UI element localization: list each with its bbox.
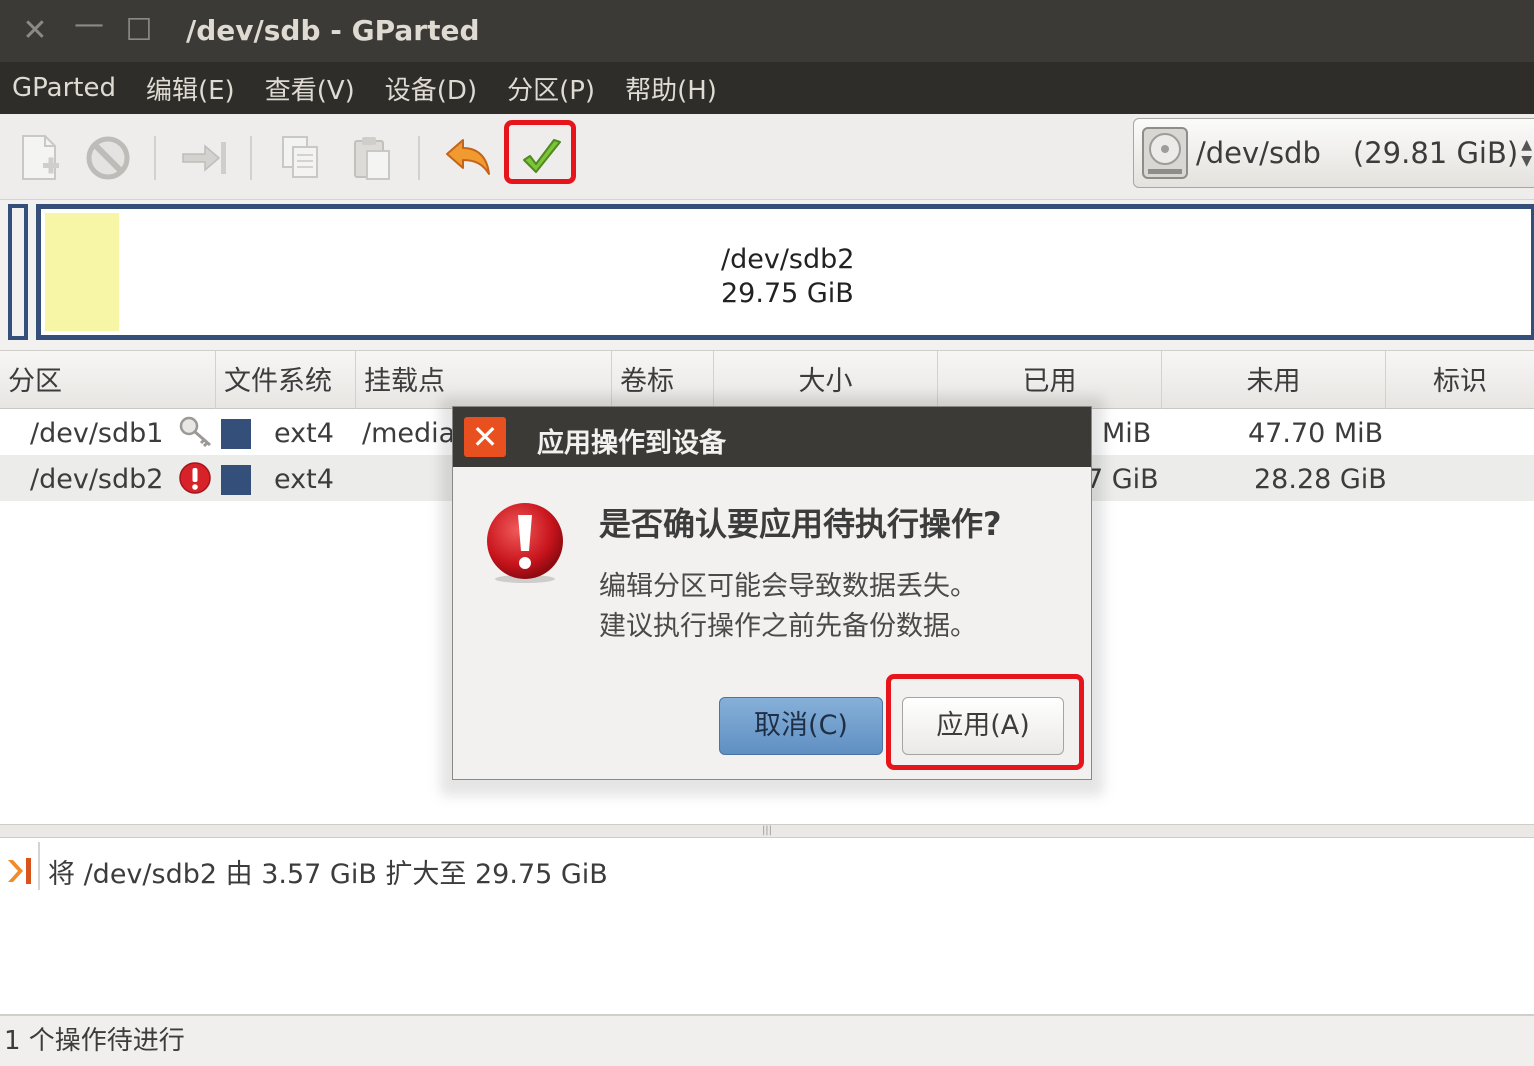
device-name: /dev/sdb (1196, 136, 1321, 170)
device-size: (29.81 GiB) (1352, 136, 1519, 170)
spin-arrows-icon: ▲ ▼ (1521, 137, 1532, 169)
status-bar: 1 个操作待进行 (0, 1014, 1534, 1066)
copy-button[interactable] (272, 130, 328, 186)
copy-icon (282, 136, 318, 178)
filesystem-type: ext4 (274, 464, 334, 495)
warning-icon (487, 503, 563, 583)
dialog-message-line: 建议执行操作之前先备份数据。 (599, 611, 977, 642)
toolbar-separator (250, 136, 252, 180)
delete-partition-button[interactable] (80, 130, 136, 186)
column-header-unused[interactable]: 未用 (1162, 351, 1386, 409)
unused-value: 47.70 MiB (1248, 418, 1384, 449)
menu-gparted[interactable]: GParted (12, 73, 116, 103)
used-value: MiB (1102, 418, 1152, 449)
menu-edit[interactable]: 编辑(E) (146, 70, 235, 107)
confirm-apply-highlight (886, 674, 1084, 770)
menu-view[interactable]: 查看(V) (265, 70, 355, 107)
menu-device[interactable]: 设备(D) (385, 70, 477, 107)
filesystem-color-swatch (221, 465, 251, 495)
minimize-window-button[interactable]: — (72, 8, 106, 42)
paste-icon (354, 137, 390, 180)
device-selector[interactable]: /dev/sdb (29.81 GiB) ▲ ▼ (1133, 118, 1534, 188)
column-header-partition[interactable]: 分区 (0, 351, 216, 409)
dialog-title: 应用操作到设备 (537, 428, 726, 459)
dialog-title-bar: ✕ 应用操作到设备 (453, 407, 1091, 467)
used-space-bar (45, 213, 119, 331)
disk-map: /dev/sdb2 29.75 GiB (0, 200, 1534, 350)
partition-block-name: /dev/sdb2 (721, 244, 855, 275)
dialog-close-button[interactable]: ✕ (464, 417, 506, 457)
resize-arrow-icon (182, 142, 226, 174)
menu-help[interactable]: 帮助(H) (625, 70, 717, 107)
list-item[interactable]: 将 /dev/sdb2 由 3.57 GiB 扩大至 29.75 GiB (0, 846, 608, 896)
menu-bar: GParted 编辑(E) 查看(V) 设备(D) 分区(P) 帮助(H) (0, 62, 1534, 114)
partition-name: /dev/sdb2 (30, 464, 164, 495)
partition-block-sdb2[interactable]: /dev/sdb2 29.75 GiB (36, 204, 1534, 340)
title-bar: ✕ — ☐ /dev/sdb - GParted (0, 0, 1534, 62)
undo-button[interactable] (440, 130, 496, 186)
unused-value: 28.28 GiB (1254, 464, 1387, 495)
pending-operations-list: 将 /dev/sdb2 由 3.57 GiB 扩大至 29.75 GiB (0, 838, 1534, 1014)
new-document-icon (22, 135, 59, 180)
delete-circle-icon (86, 136, 130, 180)
pane-resize-handle[interactable]: ||| (0, 824, 1534, 838)
toolbar-separator (418, 136, 420, 180)
cancel-button[interactable]: 取消(C) (719, 697, 883, 755)
filesystem-color-swatch (221, 419, 251, 449)
partition-name: /dev/sdb1 (30, 418, 164, 449)
undo-arrow-icon (446, 139, 490, 175)
column-header-flags[interactable]: 标识 (1386, 351, 1534, 409)
filesystem-type: ext4 (274, 418, 334, 449)
close-window-button[interactable]: ✕ (18, 14, 52, 48)
operation-description: 将 /dev/sdb2 由 3.57 GiB 扩大至 29.75 GiB (48, 858, 608, 890)
paste-button[interactable] (344, 130, 400, 186)
maximize-window-button[interactable]: ☐ (122, 14, 156, 48)
operation-separator (38, 842, 40, 890)
new-partition-button[interactable] (12, 130, 68, 186)
resize-move-button[interactable] (176, 130, 232, 186)
dialog-heading: 是否确认要应用待执行操作? (599, 505, 1002, 543)
dialog-message: 编辑分区可能会导致数据丢失。 建议执行操作之前先备份数据。 (599, 567, 977, 647)
column-header-filesystem[interactable]: 文件系统 (216, 351, 356, 409)
pending-operations-count: 1 个操作待进行 (4, 1026, 185, 1056)
hard-disk-icon (1142, 127, 1188, 179)
partition-block-size: 29.75 GiB (721, 278, 854, 309)
menu-partition[interactable]: 分区(P) (507, 70, 595, 107)
partition-block-sdb1[interactable] (8, 204, 28, 340)
error-icon (179, 462, 211, 494)
partition-block-label: /dev/sdb2 29.75 GiB (721, 243, 854, 311)
dialog-message-line: 编辑分区可能会导致数据丢失。 (599, 571, 977, 602)
window-title: /dev/sdb - GParted (186, 14, 480, 47)
toolbar-separator (154, 136, 156, 180)
resize-operation-icon (8, 858, 31, 884)
key-icon (179, 416, 211, 448)
apply-button-highlight (504, 120, 576, 184)
